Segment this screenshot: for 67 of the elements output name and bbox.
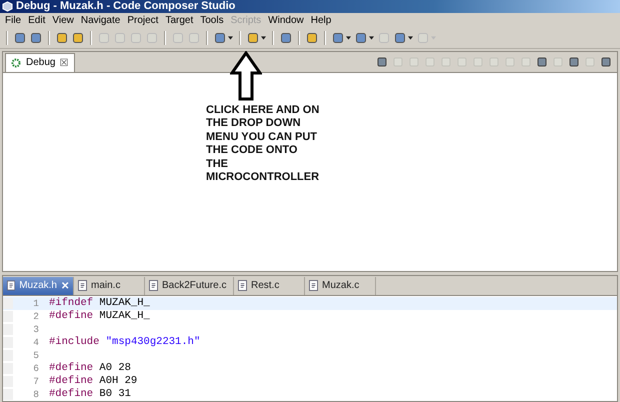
square-icon [392, 56, 404, 68]
code-line: #define A0 28 [49, 362, 131, 374]
menu-item[interactable]: Window [265, 14, 308, 26]
file-tab[interactable]: Muzak.c [305, 276, 376, 295]
annotation-text: MICROCONTROLLER [206, 171, 320, 185]
debug-tab[interactable]: Debug ☒ [5, 52, 76, 72]
code-line: #include "msp430g2231.h" [49, 336, 200, 348]
line-number: 8 [3, 388, 49, 400]
caret-icon [228, 36, 233, 40]
square-icon [600, 56, 612, 68]
square-icon [568, 56, 580, 68]
file-tab[interactable]: Back2Future.c [145, 276, 234, 295]
code-line: #define B0 31 [49, 388, 131, 400]
square-icon [520, 56, 532, 68]
close-button[interactable]: ☒ [59, 56, 68, 69]
line-number: 3 [3, 324, 49, 335]
code-line: #ifndef MUZAK_H_ [49, 297, 150, 310]
menu-item[interactable]: Navigate [78, 14, 124, 26]
caret-icon [431, 36, 436, 40]
file-tab[interactable]: Rest.c [234, 276, 305, 295]
caret-icon [261, 36, 266, 40]
menu-item[interactable]: Project [124, 14, 162, 26]
code-line: #define A0H 29 [49, 375, 138, 388]
square-icon [504, 56, 516, 68]
caret-icon [346, 36, 351, 40]
annotation-text: THE CODE ONTO [206, 144, 298, 158]
line-number: 5 [3, 350, 49, 361]
line-number: 2 [3, 310, 49, 322]
tab-label: Debug [26, 57, 56, 68]
square-icon [552, 56, 564, 68]
gear-icon [10, 56, 22, 69]
annotation-text: CLICK HERE AND ON [206, 104, 320, 118]
line-number: 1 [3, 298, 49, 309]
cube-icon [2, 1, 13, 12]
square-icon [456, 56, 468, 68]
window-title: Debug - Muzak.h - Code Composer Studio [16, 0, 236, 13]
close-button[interactable]: ✕ [61, 280, 69, 292]
line-number: 6 [3, 362, 49, 374]
annotation-text: MENU YOU CAN PUT [206, 130, 318, 144]
menu-item[interactable]: Edit [25, 14, 50, 26]
square-icon [424, 56, 436, 68]
file-tab[interactable]: main.c [74, 276, 145, 295]
file-icon [149, 280, 158, 292]
menu-item[interactable]: Help [308, 14, 336, 26]
line-number: 7 [3, 376, 49, 387]
square-icon [536, 56, 548, 68]
line-number: 4 [3, 336, 49, 348]
annotation-text: THE DROP DOWN [206, 117, 302, 131]
square-icon [376, 56, 388, 68]
menu-item[interactable]: File [2, 14, 26, 26]
file-icon [238, 280, 247, 292]
square-icon [584, 56, 596, 68]
menu-item[interactable]: View [49, 14, 78, 26]
code-line: #define MUZAK_H_ [49, 310, 150, 322]
menu-item[interactable]: Target [162, 14, 198, 26]
annotation-text: THE [206, 158, 229, 172]
square-icon [440, 56, 452, 68]
caret-icon [408, 36, 413, 40]
file-icon [309, 280, 318, 292]
square-icon [488, 56, 500, 68]
caret-icon [369, 36, 374, 40]
file-icon [7, 280, 16, 292]
square-icon [472, 56, 484, 68]
menu-item[interactable]: Tools [197, 14, 228, 26]
file-tab[interactable]: Muzak.h ✕ [3, 276, 74, 295]
square-icon [408, 56, 420, 68]
file-icon [78, 280, 87, 292]
